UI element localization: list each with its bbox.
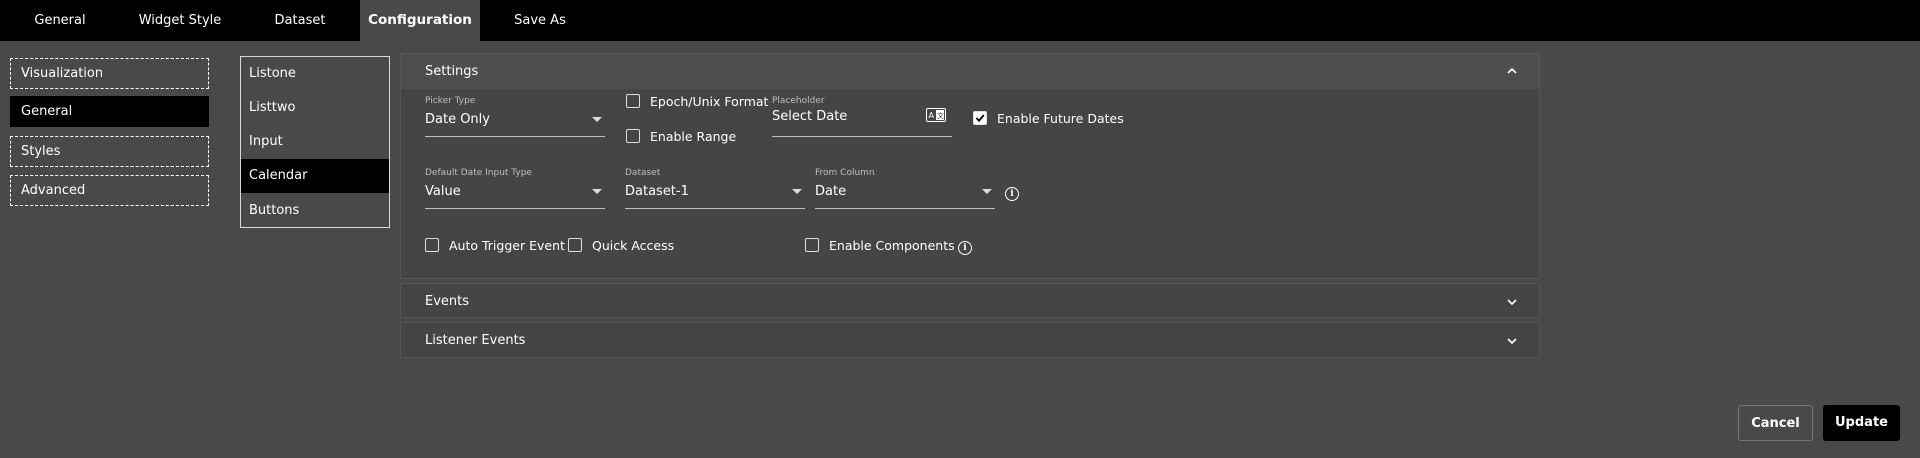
from-column-value[interactable]: Date — [815, 184, 846, 199]
picker-type-underline — [425, 136, 605, 137]
chevron-down-icon[interactable] — [1505, 295, 1519, 309]
auto-trigger-event-checkbox[interactable] — [425, 238, 439, 252]
component-list: Listone Listtwo Input Calendar Buttons — [240, 56, 390, 228]
update-button[interactable]: Update — [1823, 405, 1900, 441]
tab-general[interactable]: General — [18, 0, 102, 41]
enable-future-dates-checkbox[interactable] — [973, 111, 987, 125]
quick-access-checkbox[interactable] — [568, 238, 582, 252]
tab-widget-style[interactable]: Widget Style — [128, 0, 232, 41]
chevron-down-icon[interactable] — [592, 189, 602, 194]
translate-icon[interactable]: A 文 — [926, 108, 946, 122]
enable-components-checkbox[interactable] — [805, 238, 819, 252]
component-item-listone[interactable]: Listone — [241, 57, 389, 91]
nav-item-general[interactable]: General — [10, 96, 209, 127]
svg-text:A: A — [929, 111, 935, 120]
top-tab-bar: General Widget Style Dataset Configurati… — [0, 0, 1920, 41]
quick-access-label: Quick Access — [592, 238, 675, 253]
settings-title: Settings — [425, 64, 479, 79]
default-input-type-value[interactable]: Value — [425, 184, 461, 199]
component-item-input[interactable]: Input — [241, 125, 389, 159]
chevron-up-icon[interactable] — [1505, 64, 1519, 78]
check-icon — [975, 114, 985, 123]
listener-events-panel[interactable]: Listener Events — [400, 322, 1540, 358]
enable-components-label: Enable Components — [829, 238, 955, 253]
chevron-down-icon[interactable] — [1505, 334, 1519, 348]
chevron-down-icon[interactable] — [982, 189, 992, 194]
dataset-label: Dataset — [625, 168, 661, 178]
epoch-format-checkbox[interactable] — [626, 94, 640, 108]
events-panel[interactable]: Events — [400, 283, 1540, 318]
info-icon[interactable]: i — [1005, 187, 1019, 201]
tab-dataset[interactable]: Dataset — [260, 0, 340, 41]
picker-type-label: Picker Type — [425, 96, 476, 106]
svg-text:文: 文 — [937, 111, 944, 120]
default-input-type-underline — [425, 208, 605, 209]
dataset-underline — [625, 208, 805, 209]
settings-panel: Settings Picker Type Date Only Epoch/Uni… — [400, 53, 1540, 279]
chevron-down-icon[interactable] — [792, 189, 802, 194]
cancel-button[interactable]: Cancel — [1738, 405, 1813, 441]
placeholder-label: Placeholder — [772, 96, 825, 106]
nav-item-advanced[interactable]: Advanced — [10, 175, 209, 206]
dataset-value[interactable]: Dataset-1 — [625, 184, 689, 199]
nav-item-styles[interactable]: Styles — [10, 136, 209, 167]
listener-events-title: Listener Events — [425, 333, 526, 348]
component-item-buttons[interactable]: Buttons — [241, 194, 389, 228]
events-title: Events — [425, 294, 470, 309]
tab-save-as[interactable]: Save As — [500, 0, 580, 41]
settings-header[interactable] — [401, 54, 1539, 89]
enable-range-label: Enable Range — [650, 129, 737, 144]
enable-range-checkbox[interactable] — [626, 129, 640, 143]
auto-trigger-event-label: Auto Trigger Event — [449, 238, 565, 253]
default-input-type-label: Default Date Input Type — [425, 168, 532, 178]
picker-type-value[interactable]: Date Only — [425, 112, 490, 127]
placeholder-input[interactable]: Select Date — [772, 109, 847, 124]
component-item-listtwo[interactable]: Listtwo — [241, 91, 389, 125]
nav-item-visualization[interactable]: Visualization — [10, 58, 209, 89]
info-icon[interactable]: i — [958, 241, 972, 255]
enable-future-dates-label: Enable Future Dates — [997, 111, 1124, 126]
epoch-format-label: Epoch/Unix Format — [650, 94, 769, 109]
tab-configuration[interactable]: Configuration — [360, 0, 480, 41]
from-column-underline — [815, 208, 995, 209]
from-column-label: From Column — [815, 168, 875, 178]
placeholder-underline — [772, 136, 952, 137]
chevron-down-icon[interactable] — [592, 117, 602, 122]
component-item-calendar[interactable]: Calendar — [241, 159, 389, 193]
